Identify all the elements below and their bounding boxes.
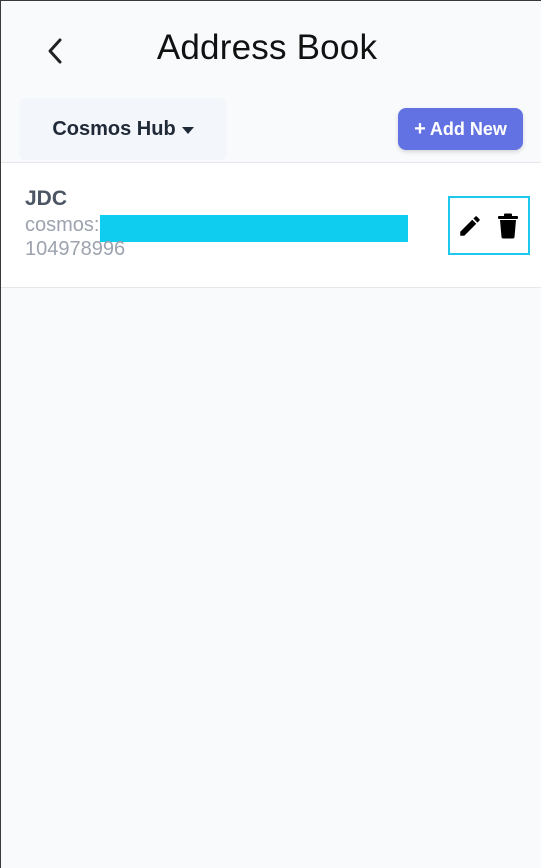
add-new-button[interactable]: + Add New (398, 108, 523, 150)
plus-icon: + (414, 117, 426, 140)
header: Address Book (0, 0, 541, 96)
window-border-left (0, 0, 1, 868)
network-dropdown-label: Cosmos Hub (52, 117, 176, 140)
address-redaction (100, 215, 408, 242)
entry-address-prefix: cosmos: (25, 214, 100, 236)
entry-address-suffix: 104978996 (25, 238, 126, 260)
edit-button[interactable] (457, 213, 483, 239)
page-title: Address Book (156, 28, 378, 67)
delete-button[interactable] (495, 213, 521, 239)
entry-actions (448, 196, 530, 255)
trash-icon (498, 213, 518, 238)
address-entry[interactable]: JDC cosmos: 104978996 (1, 163, 541, 288)
entry-name: JDC (25, 187, 68, 210)
add-new-label: Add New (429, 118, 507, 139)
network-dropdown[interactable]: Cosmos Hub (19, 98, 227, 160)
pencil-icon (460, 215, 480, 236)
caret-down-icon (181, 126, 194, 134)
